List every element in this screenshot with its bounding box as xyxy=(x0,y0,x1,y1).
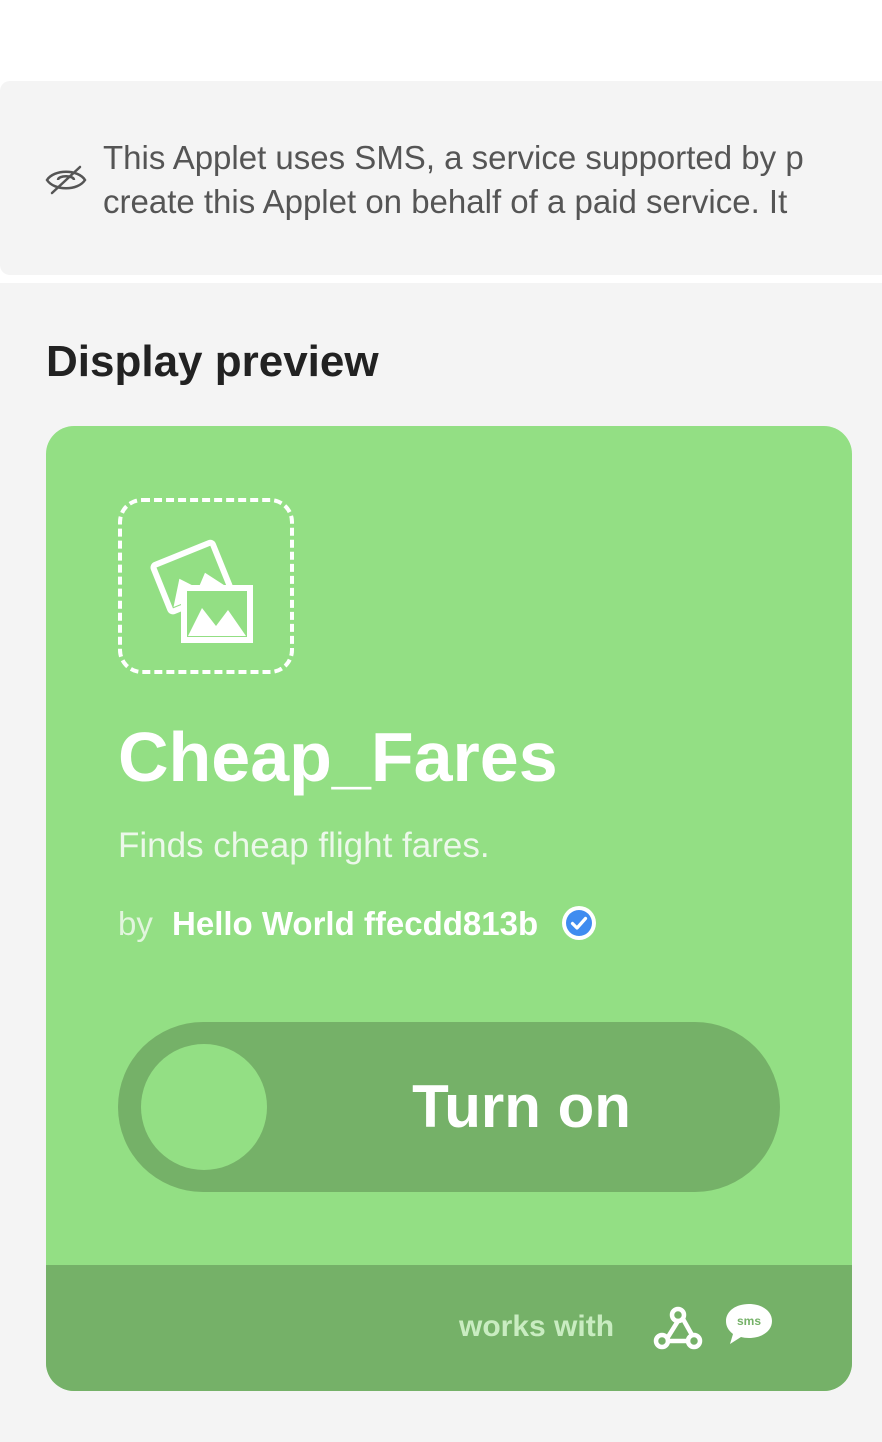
card-footer: works with sms xyxy=(46,1265,852,1391)
applet-author: by Hello World ffecdd813b xyxy=(118,900,597,948)
by-label: by xyxy=(118,905,153,942)
applet-title: Cheap_Fares xyxy=(118,718,558,796)
applet-description: Finds cheap flight fares. xyxy=(118,826,490,865)
notice-line-2: create this Applet on behalf of a paid s… xyxy=(103,183,788,220)
author-name[interactable]: Hello World ffecdd813b xyxy=(172,905,538,942)
notice-line-1: This Applet uses SMS, a service supporte… xyxy=(103,139,804,176)
sms-icon: sms xyxy=(726,1304,772,1344)
image-placeholder-icon xyxy=(150,539,253,643)
applet-card: Cheap_Fares Finds cheap flight fares. by… xyxy=(46,426,852,1391)
webhooks-icon xyxy=(653,1306,703,1350)
verified-check-icon xyxy=(562,906,597,940)
toggle-knob xyxy=(141,1044,267,1170)
toggle-label: Turn on xyxy=(412,1073,631,1140)
eye-slash-icon xyxy=(45,165,87,195)
image-placeholder[interactable] xyxy=(118,498,294,674)
section-title: Display preview xyxy=(46,337,379,386)
works-with-label: works with xyxy=(459,1310,615,1343)
turn-on-toggle[interactable]: Turn on xyxy=(118,1022,780,1192)
notice-text: This Applet uses SMS, a service supporte… xyxy=(103,136,882,224)
sms-icon-label: sms xyxy=(737,1314,761,1328)
